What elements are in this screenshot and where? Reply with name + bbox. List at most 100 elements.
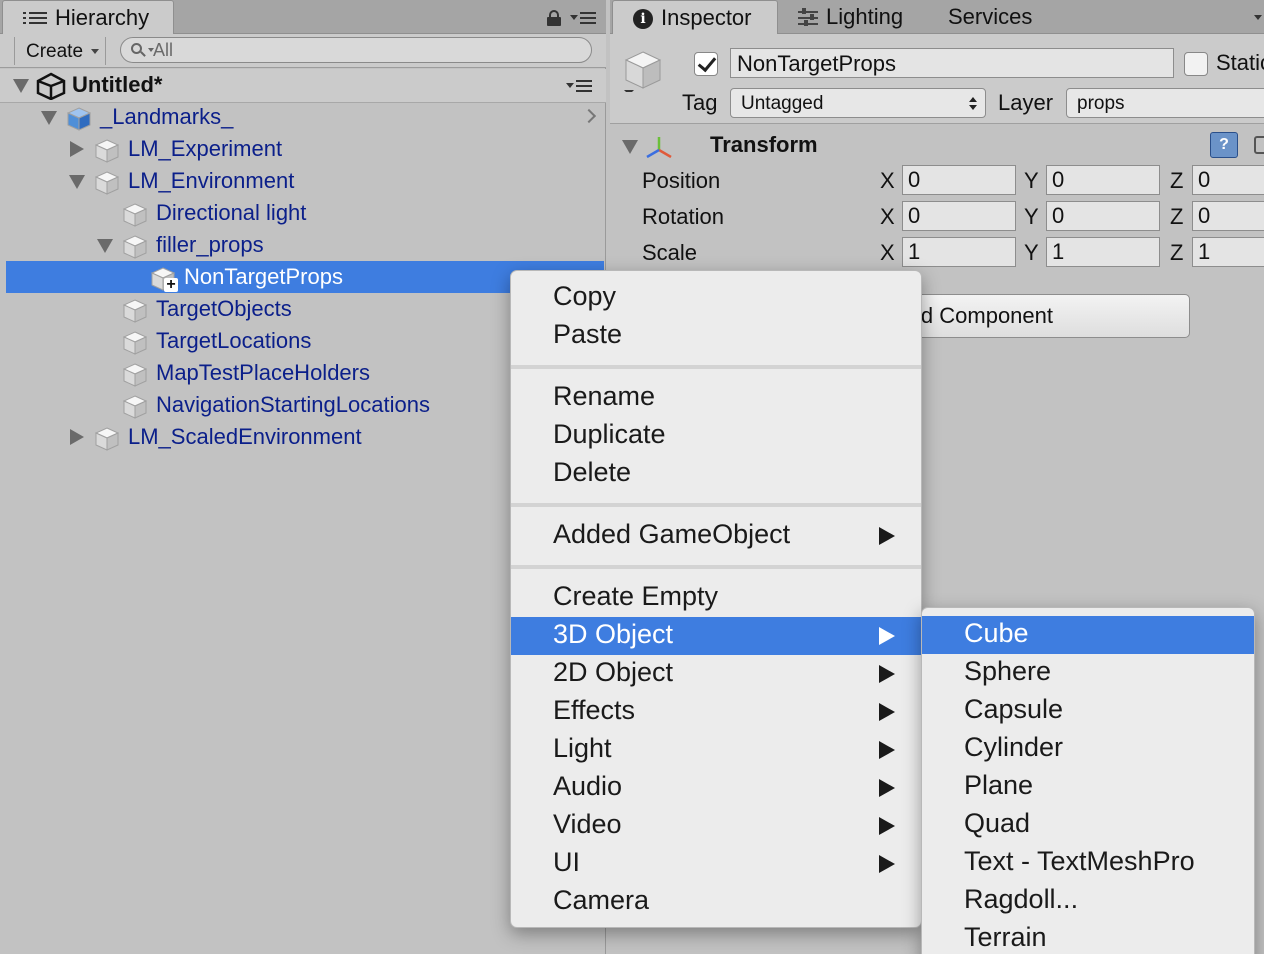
axis-y-label[interactable]: Y: [1024, 204, 1039, 230]
submenu-item-text-textmeshpro[interactable]: Text - TextMeshPro: [922, 844, 1254, 882]
axis-z-label[interactable]: Z: [1170, 168, 1183, 194]
inspector-menu-icon[interactable]: [1254, 10, 1264, 26]
submenu-item-plane[interactable]: Plane: [922, 768, 1254, 806]
transform-fold-arrow-icon[interactable]: [622, 140, 638, 154]
rotation-x-field[interactable]: 0: [902, 201, 1016, 231]
submenu-item-ragdoll[interactable]: Ragdoll...: [922, 882, 1254, 920]
hierarchy-row[interactable]: Directional light: [0, 197, 606, 229]
tab-hierarchy[interactable]: Hierarchy: [2, 0, 174, 35]
menu-item-camera[interactable]: Camera: [511, 883, 921, 921]
tab-services[interactable]: Services: [948, 4, 1032, 30]
submenu-item-sphere[interactable]: Sphere: [922, 654, 1254, 692]
axis-y-label[interactable]: Y: [1024, 240, 1039, 266]
submenu-item-quad[interactable]: Quad: [922, 806, 1254, 844]
hierarchy-row-label: TargetObjects: [156, 296, 292, 321]
fold-arrow-icon[interactable]: [70, 141, 84, 157]
gameobject-icon: [66, 106, 92, 132]
menu-item-audio[interactable]: Audio: [511, 769, 921, 807]
submenu-item-cube[interactable]: Cube: [922, 616, 1254, 654]
info-icon: i: [633, 9, 653, 29]
submenu-item-terrain[interactable]: Terrain: [922, 920, 1254, 954]
unity-logo-icon: [36, 72, 66, 100]
position-y-field[interactable]: 0: [1046, 165, 1160, 195]
axis-x-label[interactable]: X: [880, 204, 895, 230]
hierarchy-row-label: LM_Experiment: [128, 136, 283, 161]
menu-item-delete[interactable]: Delete: [511, 455, 921, 493]
menu-item-effects[interactable]: Effects: [511, 693, 921, 731]
hierarchy-row[interactable]: filler_props: [0, 229, 606, 261]
axis-z-label[interactable]: Z: [1170, 204, 1183, 230]
scale-z-field[interactable]: 1: [1192, 237, 1264, 267]
menu-item-label: UI: [553, 847, 580, 877]
layer-dropdown[interactable]: props: [1066, 88, 1264, 118]
help-book-icon[interactable]: ?: [1210, 132, 1238, 158]
tab-lighting[interactable]: Lighting: [826, 4, 903, 30]
menu-item-3d-object[interactable]: 3D Object: [511, 617, 921, 655]
menu-item-duplicate[interactable]: Duplicate: [511, 417, 921, 455]
rotation-row: Rotation X 0 Y 0 Z 0: [610, 200, 1264, 234]
updown-arrows-icon: [969, 97, 977, 111]
tag-dropdown[interactable]: Untagged: [730, 88, 986, 118]
menu-item-ui[interactable]: UI: [511, 845, 921, 883]
hierarchy-row-label: _Landmarks_: [100, 104, 234, 129]
hierarchy-row[interactable]: LM_Experiment: [0, 133, 606, 165]
menu-item-label: Light: [553, 733, 612, 763]
chevron-right-icon[interactable]: [581, 108, 597, 124]
position-z-field[interactable]: 0: [1192, 165, 1264, 195]
menu-item-paste[interactable]: Paste: [511, 317, 921, 355]
fold-arrow-icon[interactable]: [41, 111, 57, 125]
menu-item-label: Audio: [553, 771, 623, 801]
menu-item-label: Added GameObject: [553, 519, 791, 549]
scale-row: Scale X 1 Y 1 Z 1: [610, 236, 1264, 270]
transform-header[interactable]: Transform ?: [610, 128, 1264, 162]
submenu-arrow-icon: [879, 703, 895, 721]
scale-x-field[interactable]: 1: [902, 237, 1016, 267]
submenu-item-cylinder[interactable]: Cylinder: [922, 730, 1254, 768]
axis-x-label[interactable]: X: [880, 168, 895, 194]
menu-item-label: Effects: [553, 695, 636, 725]
active-checkbox[interactable]: [694, 52, 718, 76]
create-button-label: Create: [26, 41, 84, 62]
menu-item-create-empty[interactable]: Create Empty: [511, 579, 921, 617]
axis-y-label[interactable]: Y: [1024, 168, 1039, 194]
menu-item-label: Delete: [553, 457, 632, 487]
create-button[interactable]: Create: [14, 37, 106, 65]
object-name-field[interactable]: NonTargetProps: [730, 48, 1174, 78]
scene-fold-arrow-icon[interactable]: [13, 79, 29, 93]
axis-x-label[interactable]: X: [880, 240, 895, 266]
scene-menu-icon[interactable]: [566, 78, 596, 94]
gear-icon[interactable]: [1254, 136, 1264, 154]
hierarchy-row[interactable]: LM_Environment: [0, 165, 606, 197]
rotation-y-field[interactable]: 0: [1046, 201, 1160, 231]
lock-icon[interactable]: [546, 10, 562, 26]
fold-arrow-icon[interactable]: [69, 175, 85, 189]
menu-item-label: 3D Object: [553, 619, 674, 649]
menu-item-copy[interactable]: Copy: [511, 279, 921, 317]
search-icon[interactable]: [131, 43, 154, 57]
menu-item-added-gameobject[interactable]: Added GameObject: [511, 517, 921, 555]
menu-item-rename[interactable]: Rename: [511, 379, 921, 417]
scale-y-field[interactable]: 1: [1046, 237, 1160, 267]
tab-inspector[interactable]: i Inspector: [612, 0, 778, 35]
submenu-item-capsule[interactable]: Capsule: [922, 692, 1254, 730]
scene-row[interactable]: Untitled*: [0, 69, 606, 103]
fold-arrow-icon[interactable]: [70, 429, 84, 445]
rotation-z-field[interactable]: 0: [1192, 201, 1264, 231]
hierarchy-row-label: NonTargetProps: [184, 264, 343, 289]
add-badge-icon: +: [164, 277, 178, 293]
panel-menu-icon[interactable]: [570, 10, 600, 26]
axis-z-label[interactable]: Z: [1170, 240, 1183, 266]
position-x-field[interactable]: 0: [902, 165, 1016, 195]
submenu-item-label: Terrain: [964, 922, 1047, 952]
menu-item-2d-object[interactable]: 2D Object: [511, 655, 921, 693]
search-field[interactable]: [120, 37, 592, 63]
hierarchy-row-label: filler_props: [156, 232, 264, 257]
search-input[interactable]: [153, 39, 573, 61]
static-checkbox[interactable]: [1184, 52, 1208, 76]
menu-item-video[interactable]: Video: [511, 807, 921, 845]
fold-arrow-icon[interactable]: [97, 239, 113, 253]
menu-item-light[interactable]: Light: [511, 731, 921, 769]
submenu-arrow-icon: [879, 741, 895, 759]
gameobject-icon: [94, 170, 120, 196]
hierarchy-row[interactable]: _Landmarks_: [0, 101, 606, 133]
